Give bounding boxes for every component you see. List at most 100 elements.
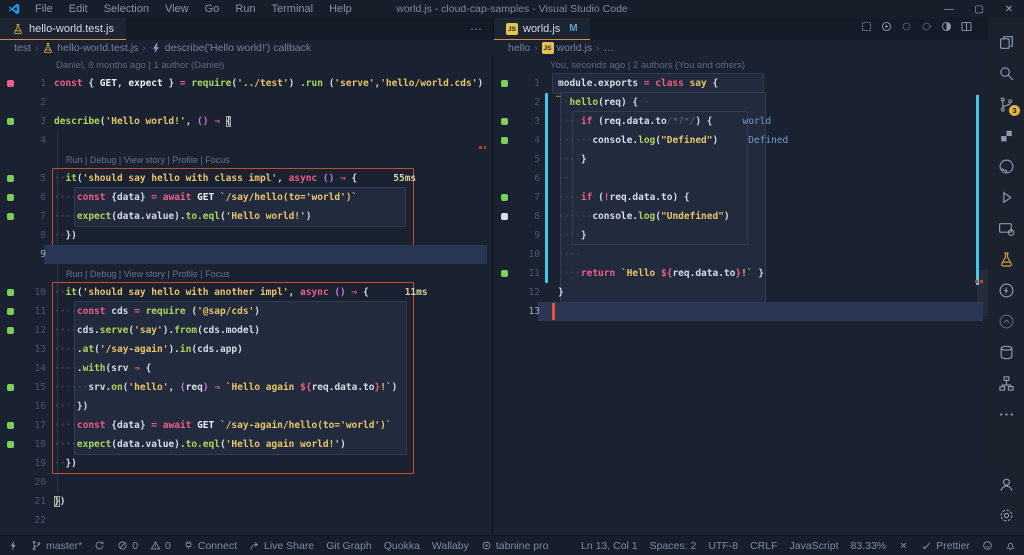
settings-icon xyxy=(998,507,1015,524)
activity-thunder-client[interactable] xyxy=(988,275,1024,306)
code-line-20[interactable]: 20 xyxy=(0,473,492,492)
circle-outline-icon xyxy=(900,20,913,33)
menu-file[interactable]: File xyxy=(28,2,60,16)
codelens-actions[interactable]: Run | Debug | View story | Profile | Foc… xyxy=(0,264,492,283)
breadcrumb-item[interactable]: hello-world.test.js xyxy=(42,42,138,54)
breadcrumb-item[interactable]: hello xyxy=(508,42,530,54)
activity-blocks[interactable] xyxy=(988,120,1024,151)
test-run-button[interactable] xyxy=(860,20,873,38)
gutter xyxy=(0,384,18,391)
activity-bar-bottom xyxy=(988,469,1024,531)
activity-github[interactable] xyxy=(988,151,1024,182)
activity-more-views[interactable] xyxy=(988,399,1024,430)
code-line-22[interactable]: 22 xyxy=(0,511,492,530)
status-sync[interactable] xyxy=(94,540,105,551)
status-eol[interactable]: CRLF xyxy=(750,540,777,552)
line-number: 19 xyxy=(34,458,46,469)
status-indentation[interactable]: Spaces: 2 xyxy=(650,540,697,552)
code-text: ······console.log("Defined") Defined xyxy=(558,135,789,146)
status-label: tabnine pro xyxy=(495,539,549,552)
pie-circle-button[interactable] xyxy=(940,20,953,38)
gutter xyxy=(0,327,18,334)
code-line-9[interactable]: 9 xyxy=(0,245,492,264)
code-line-3[interactable]: 3 describe('Hello world!', () ⇒ { xyxy=(0,112,492,131)
status-wallaby[interactable]: Wallaby xyxy=(432,540,469,552)
menu-selection[interactable]: Selection xyxy=(97,2,156,16)
beaker-icon xyxy=(12,23,24,35)
circle-outline-button[interactable] xyxy=(900,20,913,38)
code-line-1[interactable]: 1 const { GET, expect } = require('../tes… xyxy=(0,74,492,93)
line-number: 7 xyxy=(534,192,540,203)
menu-edit[interactable]: Edit xyxy=(62,2,95,16)
status-encoding[interactable]: UTF-8 xyxy=(708,540,738,552)
editor-hello-world-test-js[interactable]: Daniel, 8 months ago | 1 author (Daniel)… xyxy=(0,56,493,535)
breadcrumb-item[interactable]: … xyxy=(603,42,614,54)
status-remote[interactable] xyxy=(8,540,19,551)
activity-remote-explorer[interactable] xyxy=(988,213,1024,244)
breadcrumb-item[interactable]: describe('Hello world!') callback xyxy=(150,42,311,54)
activity-source-control[interactable]: 3 xyxy=(988,89,1024,120)
activity-circle-caret[interactable] xyxy=(988,306,1024,337)
current-line-highlight xyxy=(538,302,983,321)
menu-run[interactable]: Run xyxy=(228,2,262,16)
menu-terminal[interactable]: Terminal xyxy=(265,2,321,16)
x-indicator-icon xyxy=(898,540,909,551)
status-notifications[interactable] xyxy=(1005,540,1016,551)
status-live-share[interactable]: Live Share xyxy=(249,540,314,552)
window-controls: — ▢ ✕ xyxy=(934,4,1024,15)
code-line-2[interactable]: 2 xyxy=(0,93,492,112)
code-text: ····} xyxy=(558,230,587,241)
run-circle-button[interactable] xyxy=(880,20,893,38)
tab-hello-world-test-js[interactable]: hello-world.test.js xyxy=(0,18,126,40)
git-blame-annotation: Daniel, 8 months ago | 1 author (Daniel) xyxy=(56,59,225,71)
circle-outline-2-button[interactable] xyxy=(920,20,933,38)
status-git-branch[interactable]: master* xyxy=(31,540,82,552)
coverage-marker xyxy=(7,118,14,125)
scm-badge: 3 xyxy=(1009,105,1020,116)
line-number: 9 xyxy=(40,249,46,260)
status-cursor-position[interactable]: Ln 13, Col 1 xyxy=(581,540,638,552)
activity-settings[interactable] xyxy=(988,500,1024,531)
code-text: ····const {data} = await GET `/say-again… xyxy=(54,420,392,431)
codelens-actions[interactable]: Run | Debug | View story | Profile | Foc… xyxy=(0,150,492,169)
breadcrumb-item[interactable]: test xyxy=(14,42,31,54)
line-number: 12 xyxy=(34,325,46,336)
status-errors[interactable]: 0 xyxy=(117,540,138,552)
activity-search[interactable] xyxy=(988,58,1024,89)
line-number: 2 xyxy=(534,97,540,108)
activity-database[interactable] xyxy=(988,337,1024,368)
status-label: master* xyxy=(46,539,83,552)
line-number: 13 xyxy=(34,344,46,355)
menu-view[interactable]: View xyxy=(158,2,196,16)
close-button[interactable]: ✕ xyxy=(994,4,1024,15)
status-git-graph[interactable]: Git Graph xyxy=(326,540,372,552)
status-language-mode[interactable]: JavaScript xyxy=(790,540,839,552)
menu-go[interactable]: Go xyxy=(198,2,227,16)
tab-world-js[interactable]: JS world.js M xyxy=(494,18,590,40)
line-number: 21 xyxy=(34,496,46,507)
status-tabnine[interactable]: tabnine pro xyxy=(481,539,549,552)
status-feedback[interactable] xyxy=(982,540,993,551)
activity-account[interactable] xyxy=(988,469,1024,500)
menu-help[interactable]: Help xyxy=(322,2,359,16)
status-prettier[interactable]: Prettier xyxy=(921,540,970,552)
tab-bar: hello-world.test.js ⋯ JS world.js M xyxy=(0,18,1024,40)
code-line-4[interactable]: 4 xyxy=(0,131,492,150)
status-coverage[interactable]: 83.33% xyxy=(851,540,887,552)
editor-world-js[interactable]: … You, seconds ago | 2 authors (You and … xyxy=(494,56,988,535)
tab-overflow-button[interactable]: ⋯ xyxy=(460,22,493,36)
code-line-13[interactable]: 13 xyxy=(494,302,988,321)
maximize-button[interactable]: ▢ xyxy=(964,4,994,15)
split-editor-button[interactable] xyxy=(960,20,973,38)
status-x-indicator[interactable] xyxy=(898,540,909,551)
activity-sitemap[interactable] xyxy=(988,368,1024,399)
activity-explorer[interactable] xyxy=(988,27,1024,58)
status-warnings[interactable]: 0 xyxy=(150,540,171,552)
status-quokka[interactable]: Quokka xyxy=(384,540,420,552)
status-connect[interactable]: Connect xyxy=(183,540,237,552)
code-line-21[interactable]: 21}) xyxy=(0,492,492,511)
activity-testing[interactable] xyxy=(988,244,1024,275)
breadcrumb-item[interactable]: JS world.js xyxy=(541,42,592,54)
minimize-button[interactable]: — xyxy=(934,4,964,15)
activity-run-debug[interactable] xyxy=(988,182,1024,213)
